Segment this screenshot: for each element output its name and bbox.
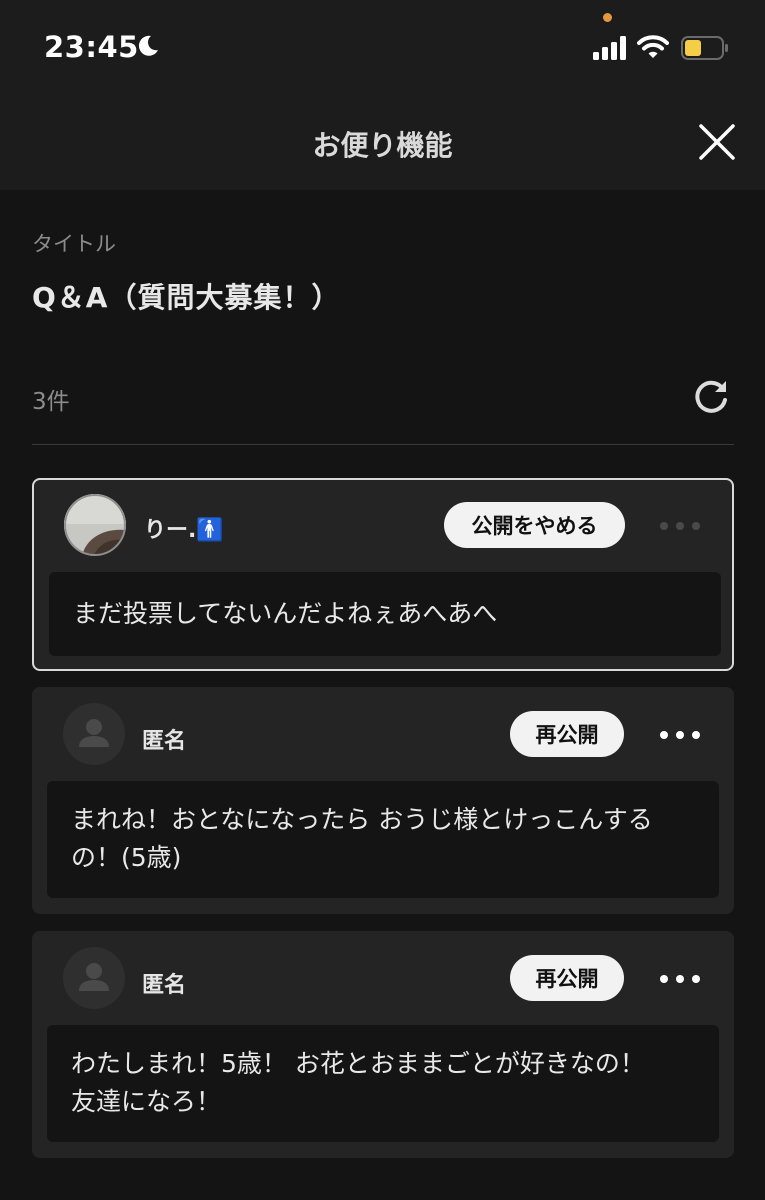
cellular-signal-icon xyxy=(593,36,626,60)
close-icon[interactable] xyxy=(698,123,736,161)
message-body: まれね！おとなになったら おうじ様とけっこんする の！(5歳) xyxy=(47,781,719,898)
message-line: の！(5歳) xyxy=(71,843,182,872)
avatar-photo xyxy=(64,494,126,556)
status-bar: 23:45 xyxy=(0,0,765,90)
letter-title: Q＆A（質問大募集！） xyxy=(32,281,341,314)
modal-header: お便り機能 xyxy=(0,90,765,190)
username: 匿名 xyxy=(142,973,187,998)
message-line: まだ投票してないんだよねぇあへあへ xyxy=(73,599,498,628)
letter-card[interactable]: 匿名 再公開 わたしまれ！5歳！ お花とおままごとが好きなの！ 友達になろ！ xyxy=(32,931,734,1158)
user-placeholder-icon xyxy=(79,719,109,747)
privacy-indicator-dot xyxy=(603,13,612,22)
republish-button[interactable]: 再公開 xyxy=(510,711,624,757)
letter-card[interactable]: りー.🚹 公開をやめる まだ投票してないんだよねぇあへあへ xyxy=(32,478,734,671)
avatar xyxy=(64,494,126,556)
more-icon[interactable] xyxy=(660,969,700,989)
more-icon[interactable] xyxy=(660,516,700,536)
username: りー.🚹 xyxy=(144,518,224,543)
wifi-icon xyxy=(637,35,669,58)
item-count: 3件 xyxy=(32,389,70,415)
status-time: 23:45 xyxy=(44,30,139,64)
message-line: わたしまれ！5歳！ お花とおままごとが好きなの！ xyxy=(71,1049,645,1078)
republish-button[interactable]: 再公開 xyxy=(510,955,624,1001)
message-body: わたしまれ！5歳！ お花とおままごとが好きなの！ 友達になろ！ xyxy=(47,1025,719,1142)
message-line: まれね！おとなになったら おうじ様とけっこんする xyxy=(71,805,653,834)
divider xyxy=(32,444,734,445)
username: 匿名 xyxy=(142,729,187,754)
letter-card[interactable]: 匿名 再公開 まれね！おとなになったら おうじ様とけっこんする の！(5歳) xyxy=(32,687,734,914)
refresh-icon[interactable] xyxy=(692,378,730,416)
moon-icon xyxy=(138,35,158,56)
message-body: まだ投票してないんだよねぇあへあへ xyxy=(49,572,721,656)
unpublish-button[interactable]: 公開をやめる xyxy=(444,502,625,548)
message-line: 友達になろ！ xyxy=(71,1087,222,1116)
page-title: お便り機能 xyxy=(312,129,453,162)
user-placeholder-icon xyxy=(79,963,109,991)
battery-icon xyxy=(681,36,728,60)
title-label: タイトル xyxy=(32,232,116,256)
more-icon[interactable] xyxy=(660,725,700,745)
avatar xyxy=(63,703,125,765)
avatar xyxy=(63,947,125,1009)
